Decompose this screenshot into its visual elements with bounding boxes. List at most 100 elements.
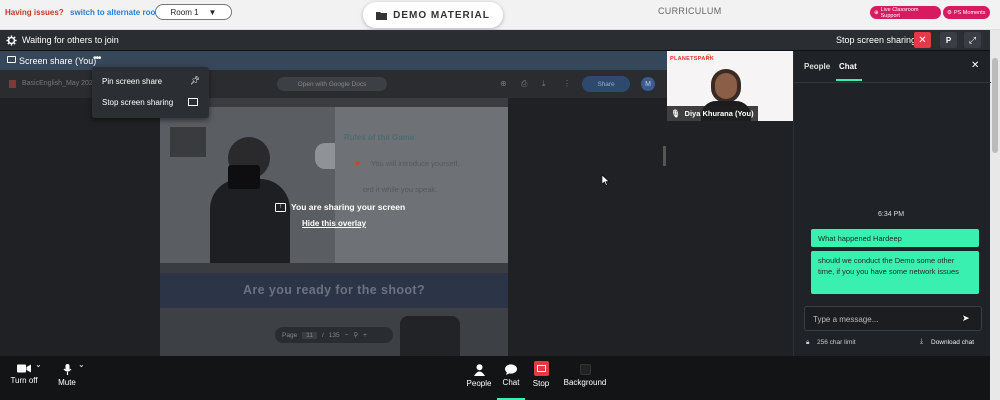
page-total: 135 [328, 331, 340, 339]
folder-icon [376, 11, 388, 20]
avatar: M [641, 77, 655, 91]
people-button[interactable]: People [464, 364, 494, 388]
turn-off-label: Turn off [10, 376, 38, 385]
settings-icon[interactable] [6, 35, 17, 46]
expand-icon: ⤢ [968, 34, 977, 45]
close-chat-icon[interactable]: ✕ [971, 60, 979, 71]
pin-screen-share-item[interactable]: Pin screen share 📌︎ [92, 73, 209, 91]
demo-material-button[interactable]: DEMO MATERIAL [363, 2, 503, 28]
chat-message: should we conduct the Demo some other ti… [811, 251, 979, 294]
tab-underline [836, 79, 862, 81]
chat-input[interactable]: Type a message... ➤ [804, 306, 982, 331]
person-icon [473, 364, 485, 376]
people-label: People [466, 379, 492, 388]
page-number: 11 [302, 331, 317, 339]
profile-badge[interactable]: P [940, 32, 957, 48]
fullscreen-button[interactable]: ⤢ [964, 32, 981, 48]
banner-text: Are you ready for the shoot? [242, 283, 426, 297]
lock-icon: 🔒︎ [806, 339, 810, 346]
hide-overlay-link[interactable]: Hide this overlay [302, 219, 366, 228]
chevron-down-icon: ▼ [208, 7, 217, 17]
chat-panel: People Chat ✕ 6:34 PM What happened Hard… [793, 51, 991, 356]
camera-options-chevron-icon[interactable]: ⌄ [35, 360, 42, 369]
slide-banner: Are you ready for the shoot? [160, 273, 508, 308]
zoom-icon: ⚲ [353, 332, 359, 339]
mouse-cursor-icon [602, 175, 610, 186]
live-support-button[interactable]: ⊕ Live Classroom Support [870, 6, 941, 19]
bottom-control-bar: Turn off ⌄ Mute ⌄ People Chat Stop Backg… [0, 356, 990, 400]
sharing-overlay-text: ↑ You are sharing your screen [275, 202, 405, 212]
pdf-icon [9, 80, 16, 88]
stop-sharing-item-label: Stop screen sharing [102, 98, 174, 107]
download-chat-icon[interactable]: ⤓ [920, 338, 923, 346]
send-icon[interactable]: ➤ [962, 313, 970, 324]
status-bar: Waiting for others to join Stop screen s… [0, 30, 990, 51]
video-camera-icon [17, 364, 31, 373]
rule-1: You will introduce yourself. [371, 159, 460, 168]
stop-share-icon [533, 361, 549, 376]
open-with-label: Open with Google Docs [297, 80, 367, 88]
curriculum-link[interactable]: CURRICULUM [658, 6, 722, 16]
sharing-text: You are sharing your screen [291, 202, 406, 212]
switch-room-link[interactable]: switch to alternate room [70, 8, 162, 17]
slide-image: Rules of the Game ▶ You will introduce y… [160, 107, 508, 263]
zoom-out-icon: − [344, 331, 349, 339]
logo-mascot-icon: ☺ [705, 53, 713, 60]
demo-material-label: DEMO MATERIAL [393, 9, 490, 21]
chat-message: What happened Hardeep [811, 229, 979, 247]
zoom-in-icon: + [363, 331, 367, 339]
stop-sharing-button[interactable]: ✕ [914, 32, 931, 48]
share-doc-button: Share [582, 76, 630, 92]
monitor-icon [7, 56, 16, 63]
char-limit: 256 char limit [817, 339, 856, 346]
tab-chat[interactable]: Chat [839, 62, 857, 71]
camera-icon [228, 165, 260, 189]
background-label: Background [563, 378, 607, 387]
ps-moments-button[interactable]: ⚙ PS Moments [943, 6, 990, 19]
chat-label: Chat [502, 378, 520, 387]
screen-share-menu: Pin screen share 📌︎ Stop screen sharing [92, 67, 209, 118]
gear-icon: ⚙ [947, 9, 952, 16]
mic-options-chevron-icon[interactable]: ⌄ [78, 360, 85, 369]
background-icon [579, 364, 591, 375]
mute-label: Mute [58, 378, 76, 387]
more-options-icon[interactable]: ••• [93, 53, 101, 64]
microphone-icon [63, 364, 71, 375]
participant-name-tag: 🎙︎ Diya Khurana (You) [667, 106, 758, 121]
scrollbar-thumb[interactable] [992, 58, 998, 153]
chat-bubble-icon [505, 364, 517, 375]
page-control: Page 11 / 135 − ⚲ + [275, 327, 393, 343]
screen-share-icon: ↑ [275, 202, 286, 212]
close-icon: ✕ [918, 34, 927, 46]
slide-title: Rules of the Game [344, 133, 415, 142]
stop-label: Stop [532, 379, 550, 388]
stop-share-button[interactable]: Stop [527, 361, 555, 388]
waiting-text: Waiting for others to join [22, 35, 119, 45]
page-separator: / [321, 331, 324, 339]
stop-sharing-item[interactable]: Stop screen sharing [92, 94, 209, 112]
page-scrollbar[interactable] [990, 30, 1000, 400]
participant-name: Diya Khurana (You) [684, 109, 754, 118]
chat-placeholder: Type a message... [813, 315, 879, 324]
doc-scroll-thumb [663, 146, 666, 166]
chat-button[interactable]: Chat [497, 364, 525, 400]
top-bar: Having issues? switch to alternate room … [0, 0, 1000, 30]
play-icon: ▶ [356, 160, 362, 167]
page-label: Page [282, 331, 298, 339]
add-icon: ⊕ [500, 79, 507, 88]
background-button[interactable]: Background [561, 364, 609, 387]
ps-moments-label: PS Moments [953, 9, 986, 16]
pin-icon: 📌︎ [190, 76, 201, 85]
rule-2: ord it while you speak. [363, 185, 438, 194]
screen-share-label: Screen share (You) [19, 56, 97, 66]
mute-button[interactable]: Mute [55, 364, 79, 387]
live-support-label: Live Classroom Support [880, 6, 919, 19]
download-chat-link[interactable]: Download chat [931, 339, 974, 346]
share-doc-label: Share [597, 80, 615, 88]
print-icon: ⎙ [521, 79, 528, 88]
tab-people[interactable]: People [804, 62, 830, 71]
room-select[interactable]: Room 1 ▼ [155, 4, 232, 20]
more-icon: ⋮ [563, 79, 571, 88]
video-tile: PLANETSPARK ☺ 🎙︎ Diya Khurana (You) [667, 51, 793, 121]
open-with-button: Open with Google Docs [277, 77, 387, 91]
